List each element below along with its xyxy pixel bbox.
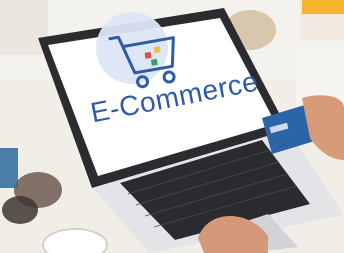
orange-corner-badge [302, 0, 344, 14]
blue-box-icon [0, 148, 18, 188]
coffee-cup-icon [42, 228, 108, 253]
ecommerce-laptop-photo: E-Commerce [0, 0, 344, 253]
scene-illustration [0, 0, 344, 253]
